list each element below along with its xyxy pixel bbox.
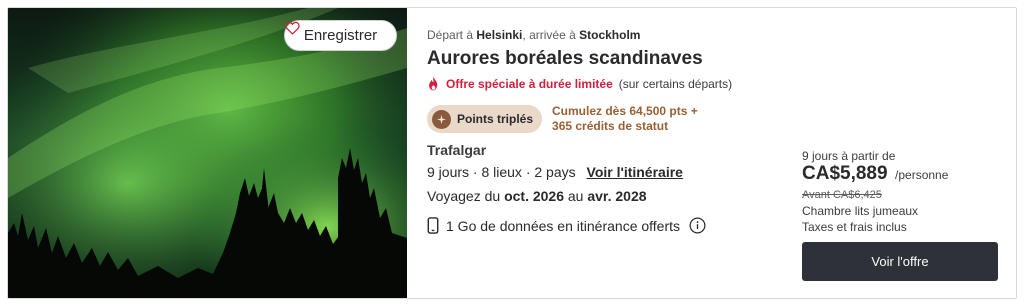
duration-label: 9 jours à partir de [802, 149, 896, 163]
trip-title[interactable]: Aurores boréales scandinaves [427, 48, 703, 70]
date-start: oct. 2026 [504, 188, 564, 204]
dates-mid: au [567, 188, 584, 204]
travel-dates: Voyagez du oct. 2026 au avr. 2028 [427, 188, 647, 204]
itinerary-link[interactable]: Voir l'itinéraire [587, 164, 683, 180]
points-description: Cumulez dès 64,500 pts + 365 crédits de … [552, 104, 698, 134]
points-icon [432, 109, 451, 129]
aurora-image [8, 8, 407, 298]
points-line-1: Cumulez dès 64,500 pts + [552, 104, 698, 118]
save-label: Enregistrer [303, 27, 378, 44]
points-badge-label: Points triplés [457, 112, 534, 126]
date-end: avr. 2028 [587, 188, 647, 204]
price-unit: /personne [895, 168, 949, 182]
previous-price: Avant CA$6,425 [802, 189, 882, 201]
roaming-perk: 1 Go de données en itinérance offerts [427, 217, 706, 234]
taxes-note: Taxes et frais inclus [802, 220, 907, 234]
specs-text: 9 jours · 8 lieux · 2 pays [427, 164, 576, 180]
route-from: Helsinki [476, 28, 523, 42]
points-row: Points triplés Cumulez dès 64,500 pts + … [427, 104, 698, 134]
trip-photo[interactable]: Enregistrer [8, 8, 407, 298]
points-line-2: 365 crédits de statut [552, 119, 669, 133]
roaming-text: 1 Go de données en itinérance offerts [446, 217, 681, 234]
trip-specs: 9 jours · 8 lieux · 2 pays Voir l'itinér… [427, 164, 683, 180]
price-line: CA$5,889 /personne [802, 163, 948, 185]
pricing-panel: 9 jours à partir de CA$5,889 /personne A… [802, 8, 998, 298]
route-line: Départ à Helsinki, arrivée à Stockholm [427, 28, 640, 42]
trip-card: Enregistrer Départ à Helsinki, arrivée à… [7, 7, 1017, 299]
heart-icon [285, 21, 300, 35]
save-button[interactable]: Enregistrer [284, 20, 397, 51]
offer-label: Offre spéciale à durée limitée [446, 76, 613, 91]
route-prefix: Départ à [427, 28, 474, 42]
offer-note: (sur certains départs) [618, 76, 733, 91]
points-badge: Points triplés [427, 105, 543, 133]
trip-details: Départ à Helsinki, arrivée à Stockholm A… [427, 8, 787, 298]
special-offer: Offre spéciale à durée limitée (sur cert… [427, 76, 732, 91]
operator-name: Trafalgar [427, 142, 487, 158]
route-mid: , arrivée à [522, 28, 576, 42]
view-offer-button[interactable]: Voir l'offre [802, 242, 998, 281]
room-type: Chambre lits jumeaux [802, 204, 919, 218]
flame-icon [429, 76, 438, 91]
route-to: Stockholm [579, 28, 641, 42]
dates-prefix: Voyagez du [427, 188, 501, 204]
info-icon[interactable] [689, 217, 706, 234]
price: CA$5,889 [802, 163, 888, 184]
phone-icon [427, 217, 439, 234]
